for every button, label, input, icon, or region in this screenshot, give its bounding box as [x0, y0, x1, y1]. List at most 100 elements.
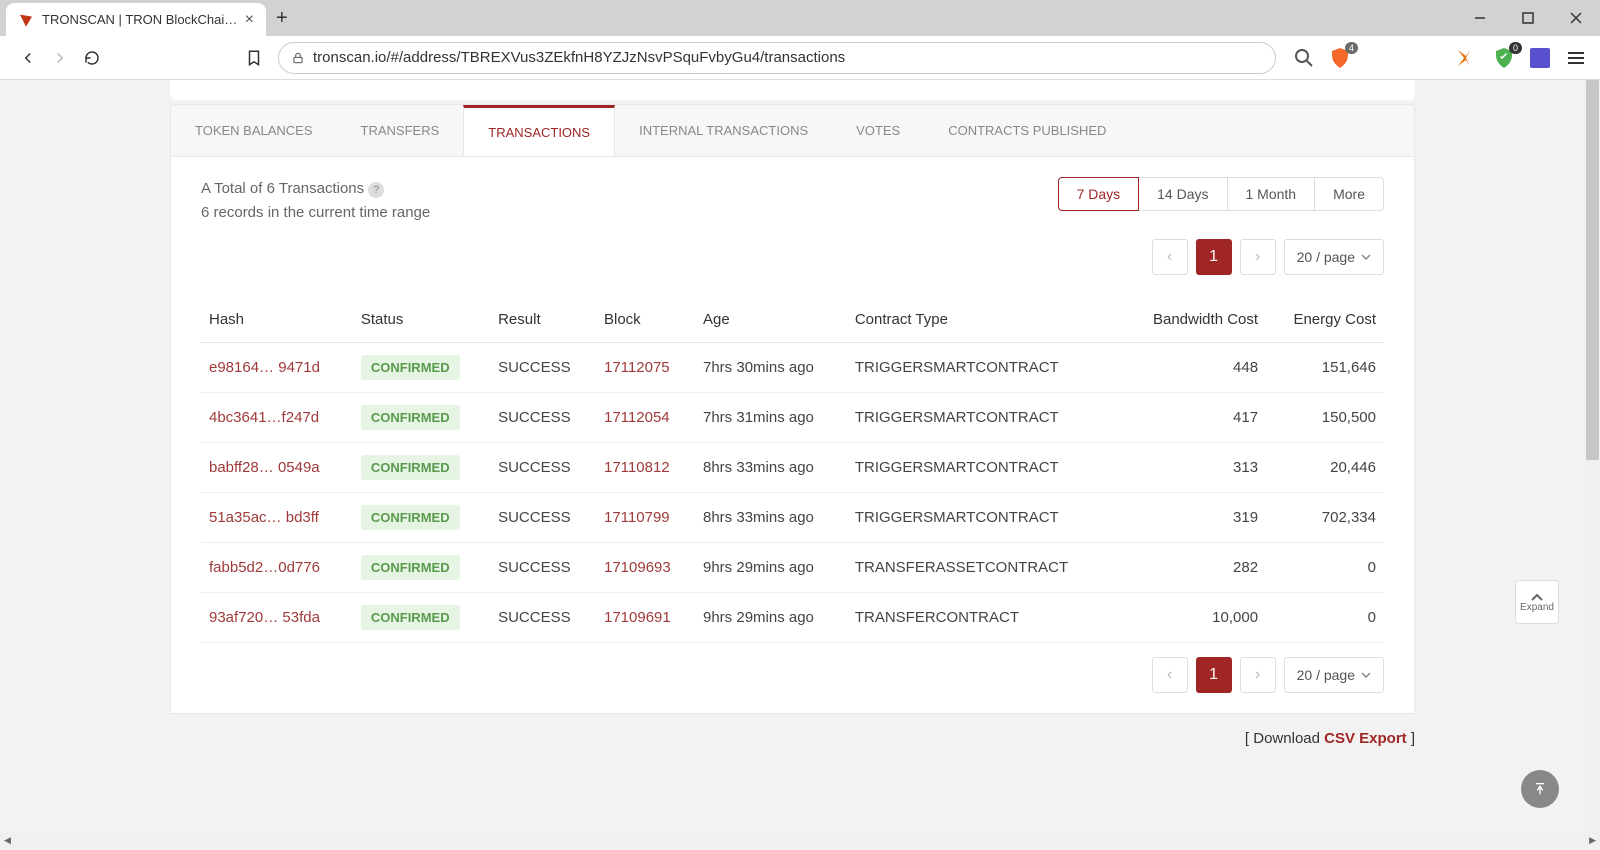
chevron-down-icon [1361, 672, 1371, 678]
block-link[interactable]: 17112054 [604, 409, 670, 426]
bandwidth-cell: 282 [1121, 543, 1266, 593]
age-cell: 7hrs 30mins ago [695, 343, 847, 393]
col-status: Status [353, 297, 490, 343]
extension-shield-icon[interactable]: 0 [1492, 46, 1516, 70]
age-cell: 9hrs 29mins ago [695, 593, 847, 643]
bandwidth-cell: 10,000 [1121, 593, 1266, 643]
tronscan-icon [18, 12, 34, 28]
pager-next-button[interactable]: › [1240, 657, 1276, 693]
tab-contracts-published[interactable]: CONTRACTS PUBLISHED [924, 105, 1130, 156]
help-icon[interactable]: ? [368, 182, 384, 198]
tab-internal-transactions[interactable]: INTERNAL TRANSACTIONS [615, 105, 832, 156]
pager-next-button[interactable]: › [1240, 239, 1276, 275]
tab-transfers[interactable]: TRANSFERS [337, 105, 464, 156]
scroll-right-arrow[interactable]: ▶ [1589, 835, 1596, 846]
metamask-icon[interactable] [1456, 46, 1480, 70]
tx-hash-link[interactable]: babff28… 0549a [209, 459, 320, 476]
bandwidth-cell: 319 [1121, 493, 1266, 543]
pager-prev-button[interactable]: ‹ [1152, 657, 1188, 693]
shield-count: 4 [1345, 42, 1358, 54]
forward-button[interactable] [44, 42, 76, 74]
age-cell: 8hrs 33mins ago [695, 443, 847, 493]
horizontal-scrollbar[interactable]: ◀ ▶ [0, 830, 1600, 850]
range-more[interactable]: More [1314, 177, 1384, 211]
block-link[interactable]: 17109691 [604, 609, 671, 626]
table-row: 93af720… 53fdaCONFIRMEDSUCCESS171096919h… [201, 593, 1384, 643]
pager-current[interactable]: 1 [1196, 657, 1232, 693]
block-link[interactable]: 17109693 [604, 559, 671, 576]
summary-text: A Total of 6 Transactions? 6 records in … [201, 177, 430, 225]
energy-cell: 150,500 [1266, 393, 1384, 443]
tx-hash-link[interactable]: e98164… 9471d [209, 359, 320, 376]
close-window-button[interactable] [1552, 0, 1600, 36]
tx-hash-link[interactable]: 51a35ac… bd3ff [209, 509, 319, 526]
back-button[interactable] [12, 42, 44, 74]
csv-export-link[interactable]: CSV Export [1324, 730, 1407, 747]
chevron-down-icon [1361, 254, 1371, 260]
page-size-select[interactable]: 20 / page [1284, 239, 1384, 275]
ext-count: 0 [1509, 42, 1522, 54]
col-block: Block [596, 297, 695, 343]
pager-prev-button[interactable]: ‹ [1152, 239, 1188, 275]
browser-toolbar: tronscan.io/#/address/TBREXVus3ZEkfnH8YZ… [0, 36, 1600, 80]
contract-cell: TRANSFERCONTRACT [847, 593, 1121, 643]
maximize-button[interactable] [1504, 0, 1552, 36]
age-cell: 9hrs 29mins ago [695, 543, 847, 593]
block-link[interactable]: 17112075 [604, 359, 670, 376]
result-cell: SUCCESS [490, 443, 596, 493]
tx-hash-link[interactable]: 4bc3641…f247d [209, 409, 319, 426]
col-energy-cost: Energy Cost [1266, 297, 1384, 343]
close-icon[interactable]: × [245, 11, 254, 29]
page-size-select[interactable]: 20 / page [1284, 657, 1384, 693]
contract-cell: TRANSFERASSETCONTRACT [847, 543, 1121, 593]
vertical-scrollbar[interactable]: ▲ [1585, 80, 1600, 830]
brave-shield-icon[interactable]: 4 [1328, 46, 1352, 70]
browser-tab[interactable]: TRONSCAN | TRON BlockChain Ex × [6, 3, 266, 36]
transactions-panel: A Total of 6 Transactions? 6 records in … [170, 156, 1415, 714]
scrollbar-thumb[interactable] [1586, 80, 1599, 460]
result-cell: SUCCESS [490, 343, 596, 393]
tab-token-balances[interactable]: TOKEN BALANCES [171, 105, 337, 156]
energy-cell: 0 [1266, 593, 1384, 643]
minimize-button[interactable] [1456, 0, 1504, 36]
block-link[interactable]: 17110799 [604, 509, 670, 526]
status-badge: CONFIRMED [361, 505, 460, 530]
scroll-left-arrow[interactable]: ◀ [4, 835, 11, 846]
extension-icon[interactable] [1528, 46, 1552, 70]
table-row: fabb5d2…0d776CONFIRMEDSUCCESS171096939hr… [201, 543, 1384, 593]
pager-bottom: ‹ 1 › 20 / page [201, 657, 1384, 693]
bookmark-button[interactable] [238, 42, 270, 74]
energy-cell: 20,446 [1266, 443, 1384, 493]
contract-cell: TRIGGERSMARTCONTRACT [847, 393, 1121, 443]
status-badge: CONFIRMED [361, 405, 460, 430]
new-tab-button[interactable]: + [276, 7, 288, 30]
status-badge: CONFIRMED [361, 455, 460, 480]
age-cell: 7hrs 31mins ago [695, 393, 847, 443]
result-cell: SUCCESS [490, 393, 596, 443]
expand-button[interactable]: Expand [1515, 580, 1559, 624]
tab-votes[interactable]: VOTES [832, 105, 924, 156]
status-badge: CONFIRMED [361, 555, 460, 580]
scroll-top-button[interactable] [1521, 770, 1559, 808]
result-cell: SUCCESS [490, 493, 596, 543]
range-14-days[interactable]: 14 Days [1138, 177, 1227, 211]
range-7-days[interactable]: 7 Days [1058, 177, 1140, 211]
age-cell: 8hrs 33mins ago [695, 493, 847, 543]
address-bar[interactable]: tronscan.io/#/address/TBREXVus3ZEkfnH8YZ… [278, 42, 1276, 74]
search-icon[interactable] [1292, 46, 1316, 70]
tx-hash-link[interactable]: fabb5d2…0d776 [209, 559, 320, 576]
block-link[interactable]: 17110812 [604, 459, 670, 476]
range-1-month[interactable]: 1 Month [1227, 177, 1316, 211]
table-row: e98164… 9471dCONFIRMEDSUCCESS171120757hr… [201, 343, 1384, 393]
lock-icon [291, 51, 305, 65]
pager-current[interactable]: 1 [1196, 239, 1232, 275]
col-hash: Hash [201, 297, 353, 343]
transactions-table: HashStatusResultBlockAgeContract TypeBan… [201, 297, 1384, 643]
menu-button[interactable] [1564, 46, 1588, 70]
tab-transactions[interactable]: TRANSACTIONS [463, 105, 615, 156]
reload-button[interactable] [76, 42, 108, 74]
table-row: babff28… 0549a CONFIRMED SUCCESS 17110812 8h… [201, 443, 1384, 493]
tx-hash-link[interactable]: 93af720… 53fda [209, 609, 320, 626]
bandwidth-cell: 313 [1121, 443, 1266, 493]
col-age: Age [695, 297, 847, 343]
